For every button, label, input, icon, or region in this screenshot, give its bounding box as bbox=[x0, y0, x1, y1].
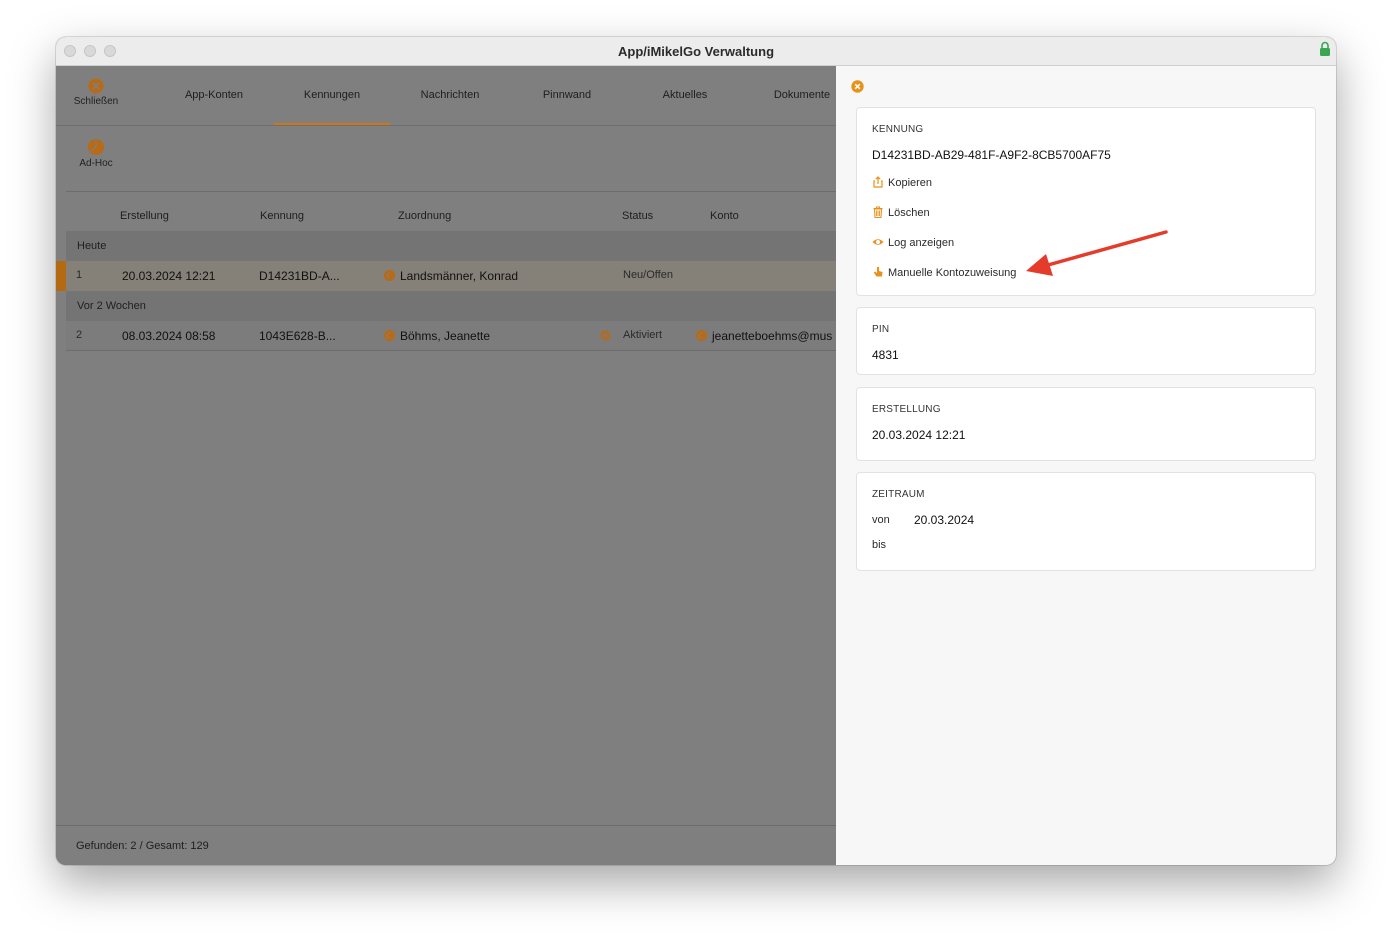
row-zuordnung-text: Böhms, Jeanette bbox=[400, 329, 491, 343]
kennung-value: D14231BD-AB29-481F-A9F2-8CB5700AF75 bbox=[872, 148, 1111, 162]
row-status: Aktiviert bbox=[623, 329, 663, 341]
erstellung-label: ERSTELLUNG bbox=[872, 404, 941, 415]
pin-label: PIN bbox=[872, 324, 890, 335]
column-header-kennung[interactable]: Kennung bbox=[260, 210, 304, 222]
manuelle-kontozuweisung-label: Manuelle Kontozuweisung bbox=[888, 267, 1017, 279]
gear-icon[interactable] bbox=[599, 329, 612, 342]
active-tab-indicator bbox=[274, 123, 391, 125]
table-header: Erstellung Kennung Zuordnung Status Kont… bbox=[66, 191, 836, 231]
close-button-label: Schließen bbox=[73, 96, 119, 107]
column-header-zuordnung[interactable]: Zuordnung bbox=[398, 210, 451, 222]
von-value: 20.03.2024 bbox=[914, 513, 975, 527]
kopieren-label: Kopieren bbox=[888, 177, 933, 189]
adhoc-button[interactable]: Ad-Hoc bbox=[70, 138, 122, 169]
eye-icon bbox=[872, 239, 884, 245]
share-icon bbox=[873, 176, 883, 188]
link-arrow-icon bbox=[696, 330, 707, 341]
loeschen-button[interactable]: Löschen bbox=[872, 206, 930, 219]
toolbar: Schließen App-Konten Kennungen Nachricht… bbox=[56, 66, 836, 126]
close-button[interactable]: Schließen bbox=[70, 78, 122, 107]
kennungen-table: Erstellung Kennung Zuordnung Status Kont… bbox=[56, 191, 836, 351]
row-number: 2 bbox=[76, 329, 83, 341]
link-arrow-icon bbox=[384, 330, 395, 341]
row-kennung: D14231BD-A... bbox=[259, 269, 340, 283]
kopieren-button[interactable]: Kopieren bbox=[872, 176, 932, 189]
zeitraum-card: ZEITRAUM von 20.03.2024 bis bbox=[856, 472, 1316, 571]
erstellung-value: 20.03.2024 12:21 bbox=[872, 428, 966, 442]
group-header-vor-2-wochen: Vor 2 Wochen bbox=[66, 291, 836, 321]
window-title: App/iMikelGo Verwaltung bbox=[617, 44, 775, 59]
row-konto[interactable]: jeanetteboehms@mus bbox=[696, 329, 832, 343]
row-erstellung: 20.03.2024 12:21 bbox=[122, 269, 216, 283]
tab-dokumente[interactable]: Dokumente bbox=[762, 89, 842, 101]
row-status: Neu/Offen bbox=[623, 269, 673, 281]
table-row[interactable]: 1 20.03.2024 12:21 D14231BD-A... Landsmä… bbox=[56, 261, 836, 291]
column-header-erstellung[interactable]: Erstellung bbox=[120, 210, 169, 222]
pie-chart-icon bbox=[88, 139, 104, 155]
adhoc-label: Ad-Hoc bbox=[79, 158, 113, 169]
kennung-label: KENNUNG bbox=[872, 124, 924, 135]
row-zuordnung[interactable]: Böhms, Jeanette bbox=[384, 329, 490, 343]
column-header-konto[interactable]: Konto bbox=[710, 210, 739, 222]
main-area-dimmed: Schließen App-Konten Kennungen Nachricht… bbox=[56, 66, 836, 865]
loeschen-label: Löschen bbox=[888, 207, 930, 219]
group-header-heute: Heute bbox=[66, 231, 836, 261]
tab-app-konten[interactable]: App-Konten bbox=[174, 89, 254, 101]
kennung-card: KENNUNG D14231BD-AB29-481F-A9F2-8CB5700A… bbox=[856, 107, 1316, 296]
pin-card: PIN 4831 bbox=[856, 307, 1316, 375]
tab-kennungen[interactable]: Kennungen bbox=[292, 89, 372, 101]
status-footer: Gefunden: 2 / Gesamt: 129 bbox=[56, 825, 836, 865]
title-bar: App/iMikelGo Verwaltung bbox=[56, 37, 1336, 66]
tab-pinnwand[interactable]: Pinnwand bbox=[527, 89, 607, 101]
row-konto-text: jeanetteboehms@mus bbox=[712, 329, 833, 343]
pin-value: 4831 bbox=[872, 348, 899, 362]
row-erstellung: 08.03.2024 08:58 bbox=[122, 329, 216, 343]
log-anzeigen-button[interactable]: Log anzeigen bbox=[872, 236, 954, 249]
detail-panel: KENNUNG D14231BD-AB29-481F-A9F2-8CB5700A… bbox=[836, 66, 1336, 865]
row-zuordnung-text: Landsmänner, Konrad bbox=[400, 269, 519, 283]
hand-pointer-icon bbox=[873, 267, 883, 277]
von-label: von bbox=[872, 514, 890, 526]
selection-indicator bbox=[56, 261, 66, 291]
bis-label: bis bbox=[872, 539, 887, 551]
lock-icon bbox=[1320, 41, 1330, 56]
table-row[interactable]: 2 08.03.2024 08:58 1043E628-B... Böhms, … bbox=[66, 321, 836, 351]
row-zuordnung[interactable]: Landsmänner, Konrad bbox=[384, 269, 518, 283]
zeitraum-label: ZEITRAUM bbox=[872, 489, 925, 500]
tab-aktuelles[interactable]: Aktuelles bbox=[645, 89, 725, 101]
row-kennung: 1043E628-B... bbox=[259, 329, 336, 343]
log-anzeigen-label: Log anzeigen bbox=[888, 237, 955, 249]
close-icon bbox=[88, 78, 104, 94]
row-number: 1 bbox=[76, 269, 83, 281]
tab-nachrichten[interactable]: Nachrichten bbox=[410, 89, 490, 101]
column-header-status[interactable]: Status bbox=[622, 210, 653, 222]
result-count: Gefunden: 2 / Gesamt: 129 bbox=[76, 840, 209, 852]
trash-icon bbox=[873, 206, 883, 218]
link-arrow-icon bbox=[384, 270, 395, 281]
close-panel-icon[interactable] bbox=[851, 80, 864, 93]
manuelle-kontozuweisung-button[interactable]: Manuelle Kontozuweisung bbox=[872, 266, 1016, 279]
erstellung-card: ERSTELLUNG 20.03.2024 12:21 bbox=[856, 387, 1316, 461]
app-window: App/iMikelGo Verwaltung Schließen App-Ko… bbox=[56, 37, 1336, 865]
